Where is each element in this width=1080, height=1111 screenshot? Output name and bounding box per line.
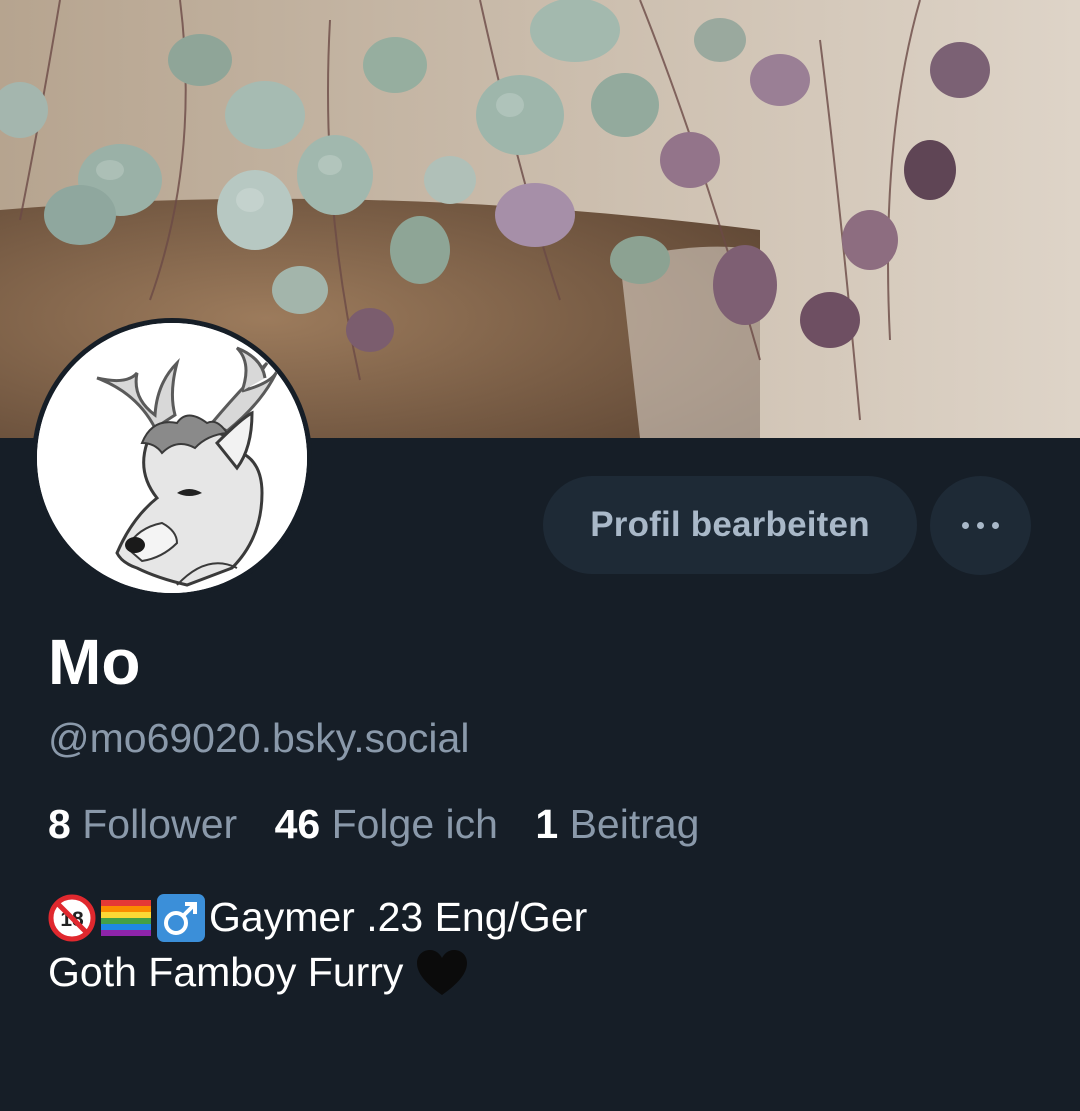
- following-label: Folge ich: [331, 801, 498, 847]
- posts-count: 1: [535, 801, 559, 847]
- followers-count: 8: [48, 801, 71, 847]
- male-sign-emoji: [156, 893, 206, 943]
- bio-line-1: 18: [48, 890, 587, 945]
- bio-line-2-text: Goth Famboy Furry: [48, 949, 404, 995]
- rainbow-flag-emoji: [99, 896, 153, 940]
- profile-page: Profil bearbeiten Mo @mo69020.bsky.socia…: [0, 0, 1080, 1111]
- avatar[interactable]: [32, 318, 312, 598]
- deer-avatar-illustration: [37, 323, 307, 593]
- edit-profile-button[interactable]: Profil bearbeiten: [543, 476, 917, 574]
- no-under-18-emoji: 18: [48, 894, 96, 942]
- posts-stat: 1 Beitrag: [535, 801, 699, 847]
- profile-bio: 18: [48, 890, 587, 1000]
- black-heart-emoji: [415, 949, 469, 997]
- bio-line-2: Goth Famboy Furry: [48, 945, 587, 1000]
- profile-stats: 8 Follower 46 Folge ich 1 Beitrag: [48, 798, 726, 850]
- followers-stat[interactable]: 8 Follower: [48, 801, 249, 847]
- bio-line-1-text: Gaymer .23 Eng/Ger: [209, 894, 588, 940]
- avatar-image: [37, 323, 307, 593]
- more-horizontal-icon: [958, 522, 1003, 529]
- edit-profile-label: Profil bearbeiten: [590, 505, 870, 544]
- more-options-button[interactable]: [930, 476, 1031, 575]
- profile-handle: @mo69020.bsky.social: [48, 715, 470, 761]
- display-name: Mo: [48, 626, 141, 698]
- posts-label: Beitrag: [569, 801, 700, 847]
- following-stat[interactable]: 46 Folge ich: [275, 801, 510, 847]
- followers-label: Follower: [82, 801, 238, 847]
- following-count: 46: [274, 801, 321, 847]
